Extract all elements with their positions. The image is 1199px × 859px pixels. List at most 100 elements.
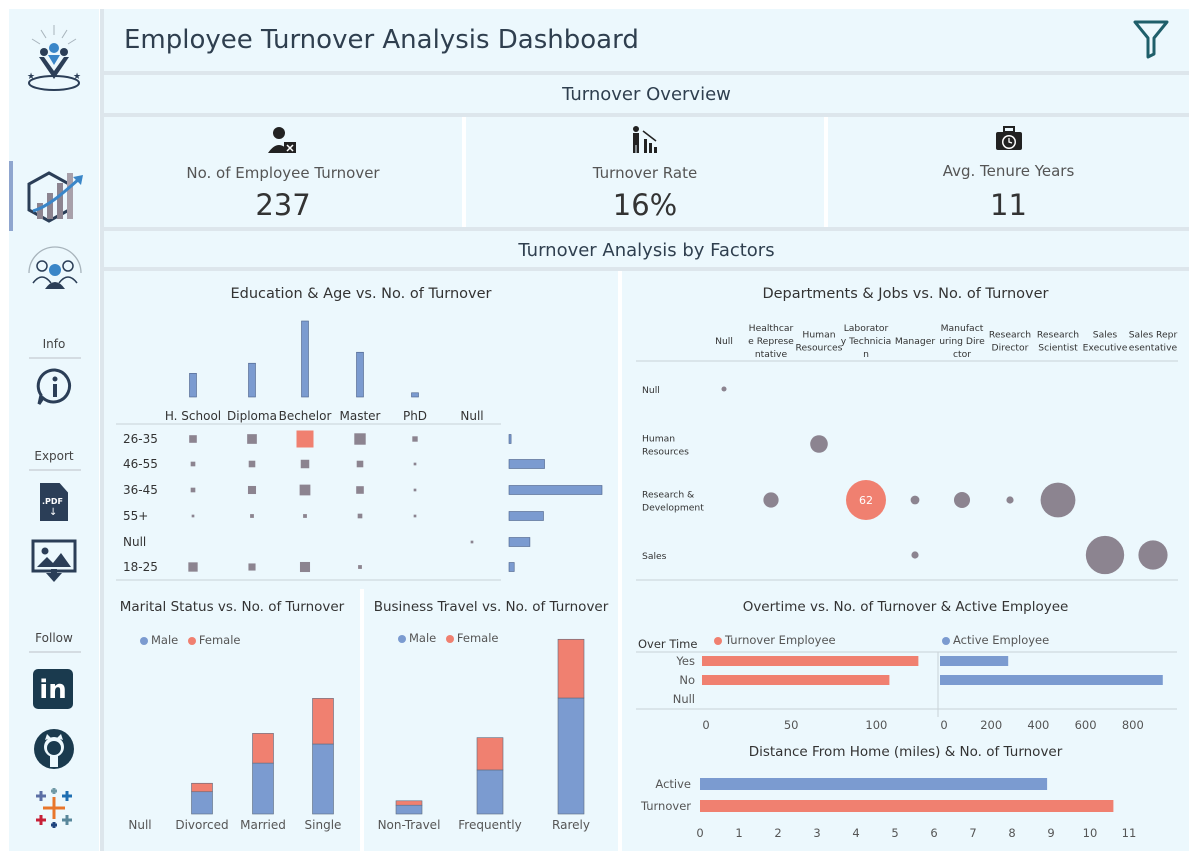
bubble: [1040, 482, 1076, 518]
overview-header: Turnover Overview: [104, 75, 1189, 113]
heatmap-cell: [299, 484, 311, 496]
info-icon[interactable]: [35, 367, 75, 407]
bubble: [721, 386, 727, 392]
turnover-bar: [702, 675, 890, 685]
tableau-icon[interactable]: [33, 787, 75, 829]
kpi-label: Turnover Rate: [592, 164, 698, 182]
export-image-icon[interactable]: [31, 539, 77, 583]
job-label: esentative: [1129, 343, 1178, 354]
kpi-card-rate: Turnover Rate 16%: [466, 117, 824, 227]
overtime-distance-chart: Over TimeYesNoNull0 50 100 0 200 400 600 800Act…: [636, 637, 1177, 840]
heatmap-cell: [356, 460, 364, 468]
linkedin-icon[interactable]: in: [33, 669, 73, 709]
job-label: Executive: [1083, 343, 1128, 354]
category-label: Null: [673, 692, 695, 706]
category-label: Non-Travel: [378, 818, 441, 832]
job-label: y Technicia: [841, 336, 892, 347]
male-bar-segment: [395, 804, 423, 815]
category-label: Active: [655, 777, 691, 791]
turnover-bar: [702, 656, 919, 666]
heatmap-cell: [413, 462, 417, 466]
age-total-bar: [508, 459, 545, 469]
download-arrow-icon: ↓: [49, 507, 58, 518]
heatmap-cell: [188, 562, 198, 572]
tick-label: 5: [891, 826, 898, 840]
heatmap-cell: [303, 514, 307, 518]
category-label: Yes: [675, 654, 695, 668]
company-logo: ★ ★: [27, 25, 81, 91]
male-bar-segment: [252, 762, 274, 815]
travel-chart: Non-Travel Frequently Rarely: [378, 638, 590, 832]
marital-panel: Marital Status vs. No. of Turnover Male …: [104, 589, 360, 851]
analytics-icon[interactable]: [27, 167, 87, 227]
job-label: Director: [992, 343, 1029, 354]
female-bar-segment: [252, 733, 274, 764]
bubble: [763, 492, 779, 508]
job-label: ctor: [953, 349, 971, 360]
category-label: Frequently: [458, 818, 521, 832]
female-bar-segment: [557, 638, 585, 699]
tick-label: 1: [735, 826, 742, 840]
heatmap-cell: [412, 436, 418, 442]
factors-title: Turnover Analysis by Factors: [518, 240, 775, 261]
bubble: [1138, 540, 1168, 570]
education-age-chart: H. School Diploma Bechelor Master PhD Null 26-…: [116, 320, 603, 581]
tick-label: 2: [774, 826, 781, 840]
job-label: Healthcar: [749, 323, 794, 334]
overview-title: Turnover Overview: [562, 84, 731, 105]
job-label: e Represe: [748, 336, 794, 347]
active-distance-bar: [700, 778, 1048, 790]
rate-chart-icon: [633, 126, 657, 153]
tick-label: 10: [1083, 826, 1098, 840]
heatmap-cell: [354, 433, 366, 445]
education-total-bar: [356, 351, 364, 398]
tick-label: 200: [980, 718, 1002, 732]
heatmap-cell: [356, 486, 364, 494]
male-bar-segment: [312, 743, 334, 815]
female-bar-segment: [395, 800, 423, 806]
male-bar-segment: [476, 769, 504, 815]
category-label: Married: [240, 818, 286, 832]
svg-text:★: ★: [73, 72, 81, 82]
tick-label: 0: [702, 718, 709, 732]
travel-panel: Business Travel vs. No. of Turnover Male…: [364, 589, 618, 851]
male-bar-segment: [191, 791, 213, 815]
team-icon[interactable]: [25, 243, 85, 291]
heatmap-cell: [248, 460, 256, 468]
age-label: 55+: [123, 509, 148, 523]
job-label: ntative: [755, 349, 788, 360]
department-label: Sales: [642, 551, 667, 562]
tick-label: 600: [1075, 718, 1097, 732]
turnover-distance-bar: [700, 800, 1114, 812]
job-label: Manufact: [941, 323, 984, 334]
heatmap-cell: [191, 514, 195, 518]
education-total-bar: [189, 373, 197, 398]
job-label: Resources: [796, 343, 843, 354]
kpi-card-turnover: No. of Employee Turnover 237: [104, 117, 462, 227]
briefcase-clock-icon: [995, 126, 1022, 150]
github-icon[interactable]: [32, 727, 76, 771]
tick-label: 800: [1122, 718, 1144, 732]
heatmap-cell: [413, 488, 417, 492]
heatmap-cell: [470, 540, 474, 544]
education-total-bar: [411, 392, 419, 398]
active-page-indicator: [9, 161, 13, 231]
marital-chart: Null Divorced Married Single: [128, 698, 341, 832]
heatmap-cell: [190, 487, 196, 493]
filter-icon[interactable]: [1132, 19, 1170, 59]
education-label: H. School: [165, 409, 221, 423]
row-header: Over Time: [638, 637, 697, 651]
export-pdf-icon[interactable]: .PDF ↓: [40, 483, 68, 521]
heatmap-cell: [190, 461, 196, 467]
kpi-label: Avg. Tenure Years: [942, 162, 1075, 180]
bubble-label: 62: [859, 494, 873, 507]
female-bar-segment: [191, 782, 213, 793]
job-label: Laborator: [844, 323, 889, 334]
department-label: Human: [642, 434, 675, 445]
tick-label: 4: [852, 826, 859, 840]
category-label: Turnover: [640, 799, 691, 813]
page-title: Employee Turnover Analysis Dashboard: [124, 25, 639, 55]
bubble: [1006, 496, 1014, 504]
department-label: Resources: [642, 447, 689, 458]
kpi-value: 237: [255, 188, 311, 222]
